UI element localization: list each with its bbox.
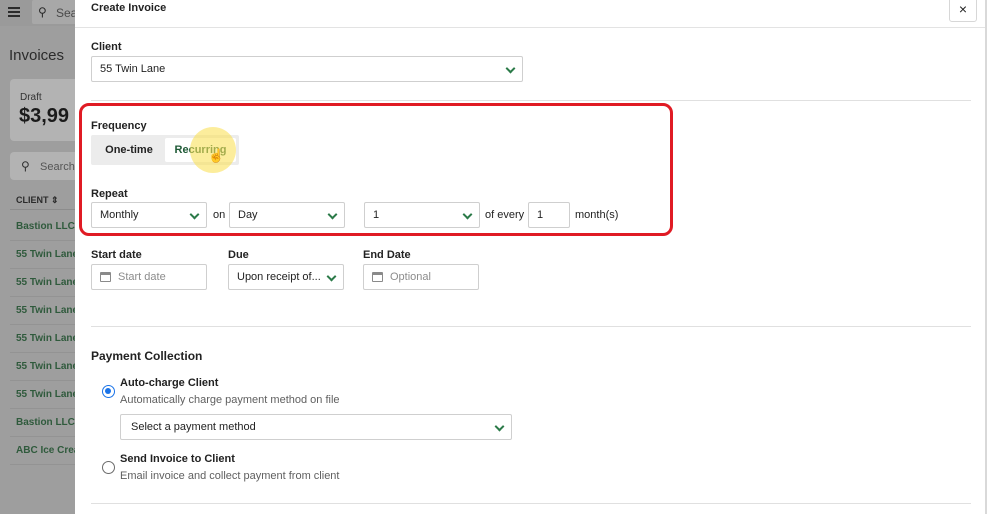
start-date-input[interactable]: Start date: [91, 264, 207, 290]
summary-label: Draft: [20, 92, 42, 103]
search-icon: ⚲: [21, 159, 30, 173]
auto-charge-radio[interactable]: [102, 385, 115, 398]
create-invoice-modal: Create Invoice × Client 55 Twin Lane Fre…: [75, 0, 987, 514]
end-date-placeholder: Optional: [390, 271, 431, 283]
hamburger-menu-icon[interactable]: [8, 5, 20, 17]
payment-method-placeholder: Select a payment method: [131, 421, 256, 433]
send-invoice-radio[interactable]: [102, 461, 115, 474]
auto-charge-title: Auto-charge Client: [120, 377, 219, 389]
client-select[interactable]: 55 Twin Lane: [91, 56, 523, 82]
client-label: Client: [91, 41, 122, 53]
calendar-icon: [372, 272, 383, 282]
close-button[interactable]: ×: [949, 0, 977, 22]
chevron-down-icon: [494, 421, 505, 432]
start-date-placeholder: Start date: [118, 271, 166, 283]
section-divider: [91, 503, 971, 504]
send-invoice-title: Send Invoice to Client: [120, 453, 235, 465]
start-date-label: Start date: [91, 249, 142, 261]
end-date-input[interactable]: Optional: [363, 264, 479, 290]
send-invoice-description: Email invoice and collect payment from c…: [120, 470, 340, 482]
payment-collection-title: Payment Collection: [91, 349, 203, 363]
auto-charge-description: Automatically charge payment method on f…: [120, 394, 340, 406]
table-search-placeholder: Search: [40, 161, 75, 173]
modal-title: Create Invoice: [91, 2, 167, 14]
due-value: Upon receipt of...: [237, 271, 321, 283]
background-page-title: Invoices: [9, 47, 65, 64]
due-label: Due: [228, 249, 249, 261]
client-select-value: 55 Twin Lane: [100, 63, 166, 75]
summary-amount: $3,99: [19, 105, 70, 127]
end-date-label: End Date: [363, 249, 411, 261]
column-header-label: CLIENT: [16, 195, 49, 205]
calendar-icon: [100, 272, 111, 282]
search-icon: ⚲: [38, 5, 47, 19]
header-divider: [75, 27, 987, 28]
section-divider: [91, 100, 971, 101]
payment-method-select[interactable]: Select a payment method: [120, 414, 512, 440]
annotation-highlight-box: [79, 103, 673, 236]
chevron-down-icon: [505, 63, 516, 74]
due-select[interactable]: Upon receipt of...: [228, 264, 344, 290]
section-divider: [91, 326, 971, 327]
chevron-down-icon: [326, 271, 337, 282]
